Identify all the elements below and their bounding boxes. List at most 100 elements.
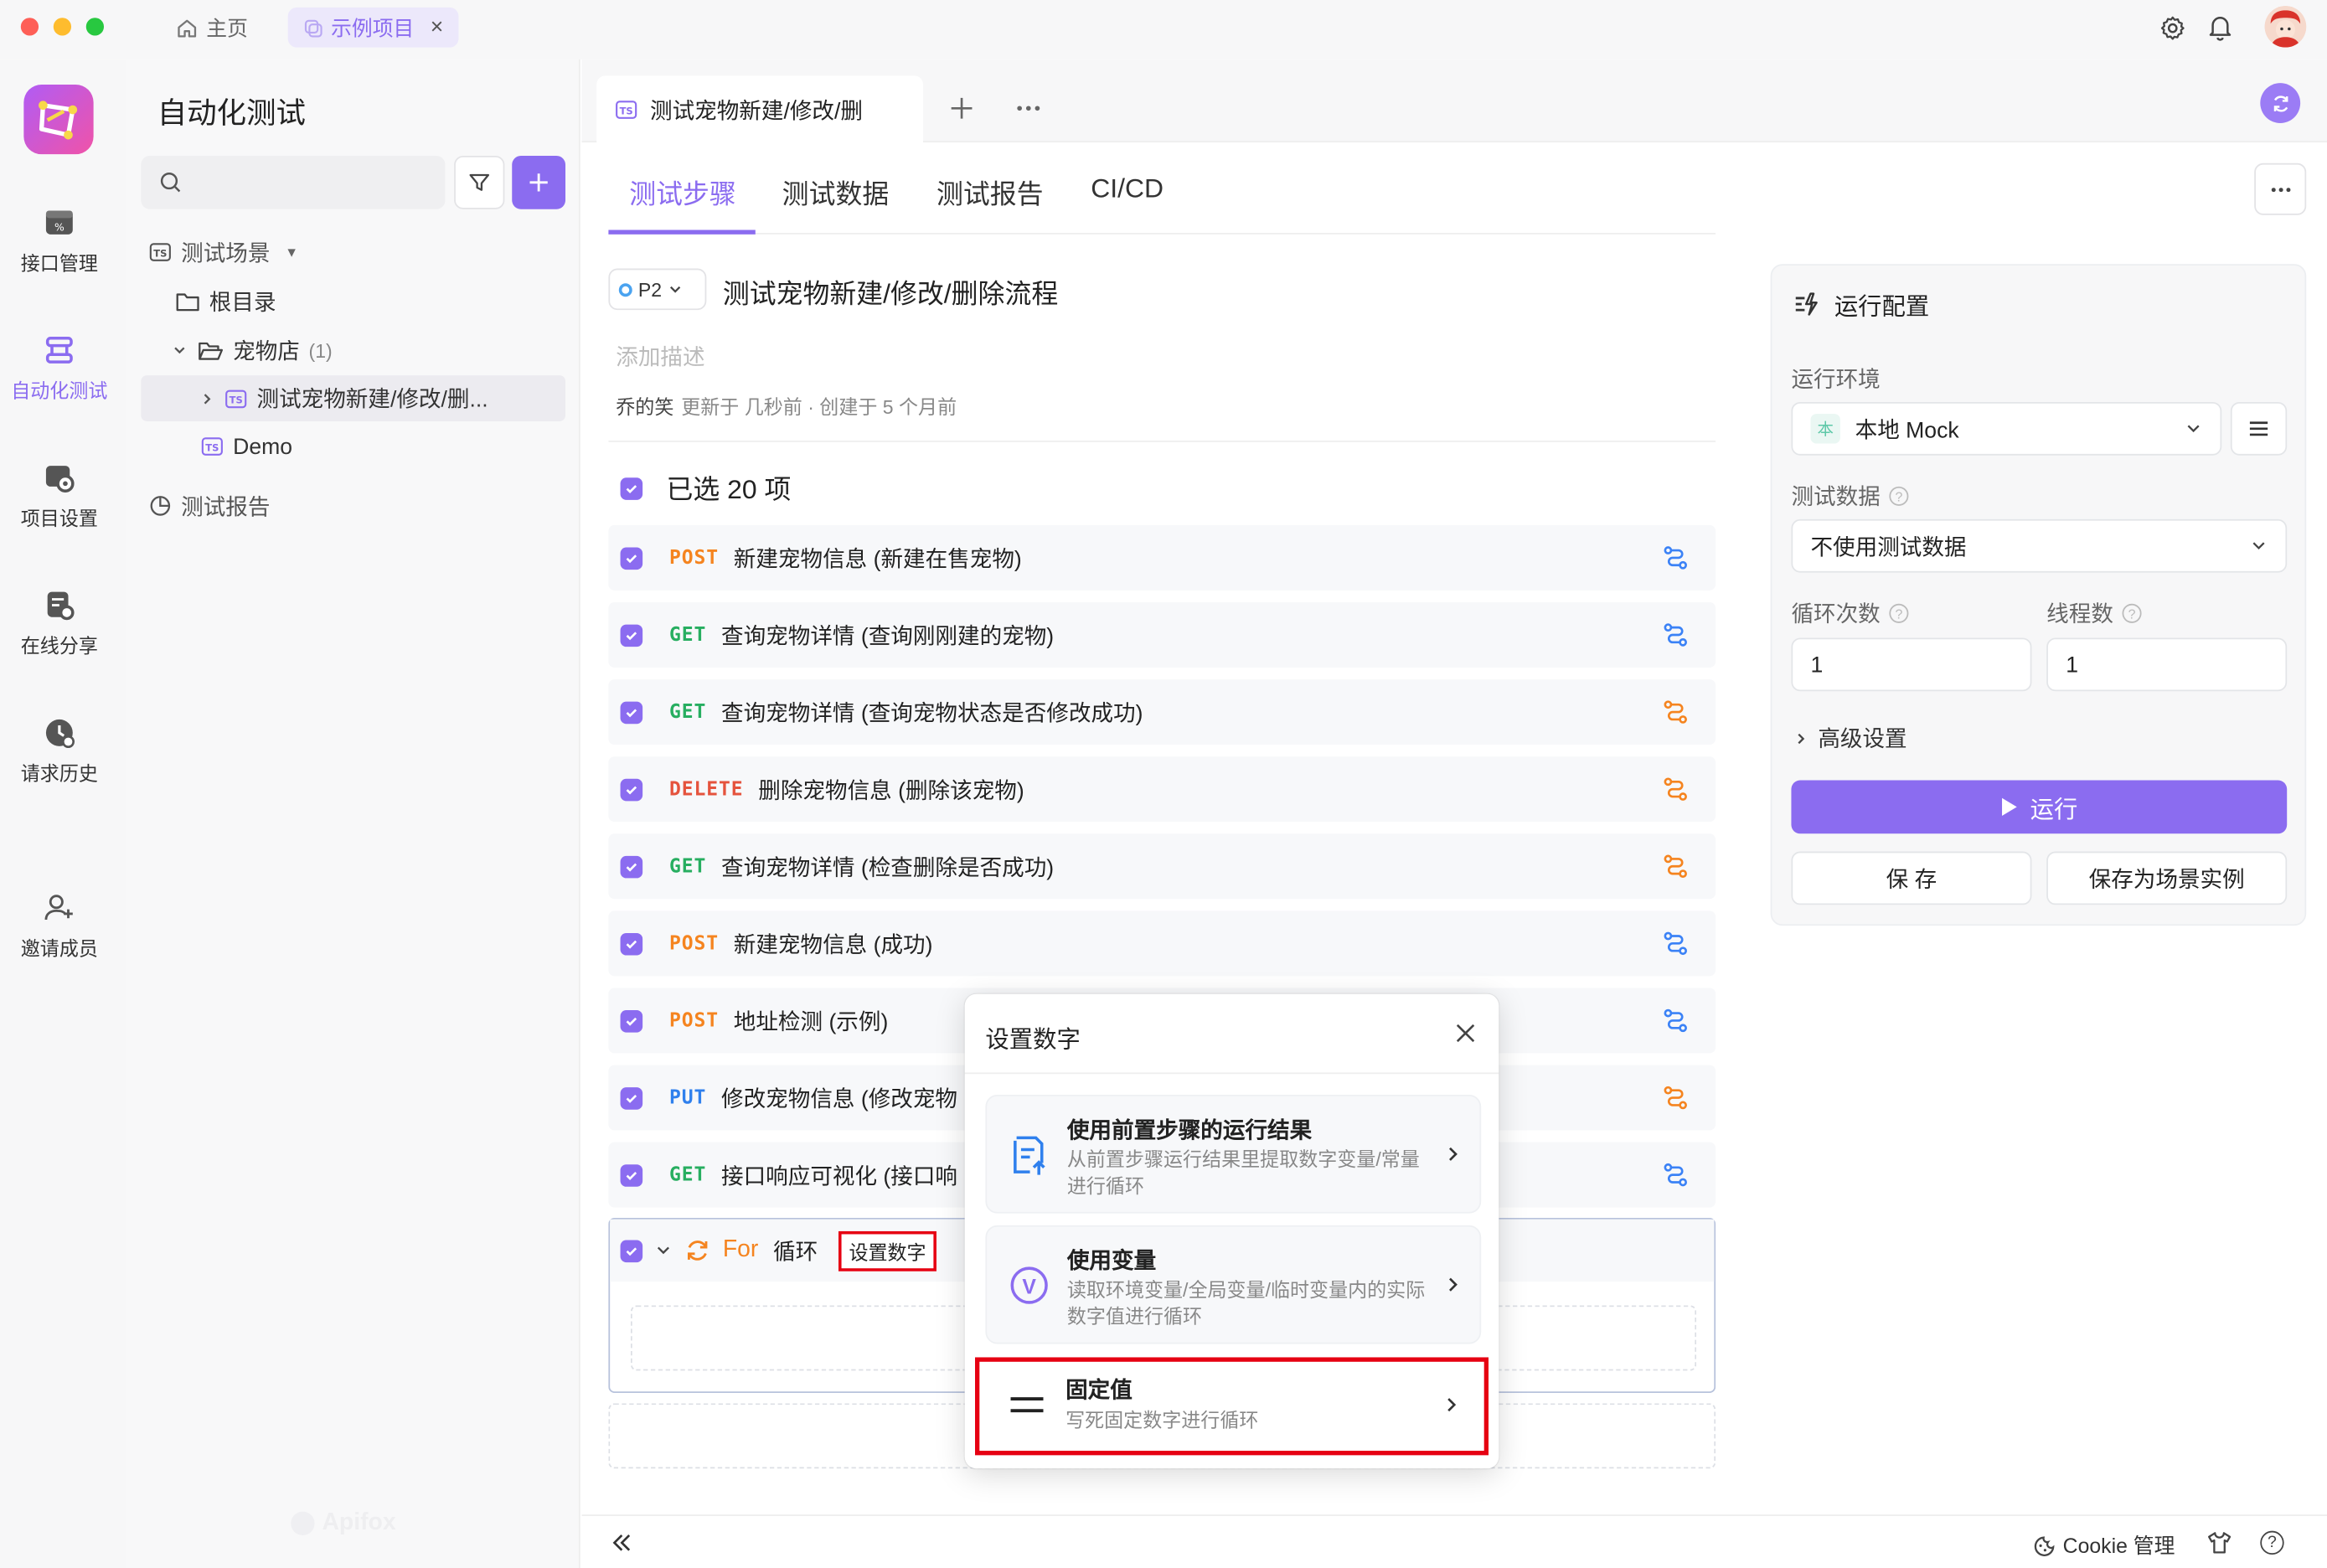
tree-petshop-count: (1) — [308, 338, 333, 362]
rail-item-api[interactable]: % 接口管理 — [0, 196, 119, 285]
step-flow-icon[interactable] — [1662, 699, 1689, 725]
subtab-steps[interactable]: 测试步骤 — [629, 173, 736, 212]
select-all-checkbox[interactable] — [620, 477, 643, 499]
tree-demo[interactable]: TS Demo — [200, 425, 292, 469]
step-row[interactable]: POST 新建宠物信息 (新建在售宠物) — [608, 524, 1716, 591]
user-avatar[interactable] — [2264, 6, 2307, 48]
step-flow-icon[interactable] — [1662, 544, 1689, 571]
subtab-reports[interactable]: 测试报告 — [936, 173, 1044, 212]
step-checkbox[interactable] — [620, 1086, 643, 1109]
notification-bell-icon[interactable] — [2207, 13, 2234, 42]
close-window-button[interactable] — [20, 18, 39, 36]
rail-item-share[interactable]: 在线分享 — [0, 579, 119, 668]
option-prior-step-desc: 从前置步骤运行结果里提取数字变量/常量进行循环 — [1066, 1148, 1420, 1198]
step-checkbox[interactable] — [620, 546, 643, 570]
new-tab-plus-icon[interactable] — [948, 95, 975, 121]
save-as-instance-button[interactable]: 保存为场景实例 — [2046, 851, 2288, 905]
option-fixed-title: 固定值 — [1065, 1378, 1133, 1404]
loops-input[interactable]: 1 — [1791, 637, 2032, 692]
env-select[interactable]: 本 本地 Mock — [1791, 401, 2222, 456]
collapse-sidebar-icon[interactable] — [610, 1532, 633, 1553]
rail-item-invite[interactable]: 邀请成员 — [0, 881, 119, 970]
header-divider — [608, 440, 1716, 442]
close-icon[interactable] — [1454, 1022, 1477, 1044]
test-data-help-icon[interactable]: ? — [1889, 486, 1909, 506]
minimize-window-button[interactable] — [53, 18, 72, 36]
step-checkbox[interactable] — [620, 932, 643, 955]
priority-select[interactable]: P2 — [608, 268, 707, 311]
step-checkbox[interactable] — [620, 1009, 643, 1032]
rail-item-automation[interactable]: 自动化测试 — [0, 323, 119, 412]
tab-more-icon[interactable] — [1015, 104, 1042, 113]
for-loop-row[interactable]: For 循环 设置数字 — [620, 1228, 936, 1272]
step-checkbox[interactable] — [620, 854, 643, 878]
step-title: 查询宠物详情 (查询刚刚建的宠物) — [721, 623, 1055, 649]
tree-root[interactable]: 根目录 — [175, 279, 276, 323]
subtab-cicd[interactable]: CI/CD — [1091, 173, 1164, 204]
test-data-label-text: 测试数据 — [1791, 485, 1881, 511]
subtab-data[interactable]: 测试数据 — [782, 173, 890, 212]
settings-gear-icon[interactable] — [2159, 15, 2186, 42]
option-use-variable[interactable]: V 使用变量 读取环境变量/全局变量/临时变量内的实际数字值进行循环 — [985, 1225, 1482, 1344]
caret-down-icon: ▼ — [285, 245, 299, 260]
run-button[interactable]: 运行 — [1791, 780, 2288, 834]
step-flow-icon[interactable] — [1662, 622, 1689, 648]
select-all-row[interactable]: 已选 20 项 — [620, 469, 791, 508]
loops-label-text: 循环次数 — [1791, 602, 1881, 628]
tree-scene-item[interactable]: TS 测试宠物新建/修改/删... — [141, 375, 566, 421]
step-row[interactable]: DELETE 删除宠物信息 (删除该宠物) — [608, 756, 1716, 823]
cookie-manager-button[interactable]: Cookie 管理 — [2033, 1531, 2175, 1560]
for-loop-collapse-icon[interactable] — [654, 1241, 672, 1259]
tab-home[interactable]: 主页 — [160, 8, 262, 48]
step-checkbox[interactable] — [620, 777, 643, 801]
step-flow-icon[interactable] — [1662, 1085, 1689, 1112]
scene-title[interactable]: 测试宠物新建/修改/删除流程 — [723, 273, 1058, 312]
maximize-window-button[interactable] — [85, 18, 105, 36]
search-box[interactable] — [141, 155, 446, 209]
rail-item-project-settings[interactable]: 项目设置 — [0, 451, 119, 539]
step-checkbox[interactable] — [620, 700, 643, 724]
filter-button[interactable] — [454, 155, 505, 209]
doc-tab-active[interactable]: TS 测试宠物新建/修改/删 — [596, 75, 923, 144]
step-checkbox[interactable] — [620, 623, 643, 647]
set-number-trigger[interactable]: 设置数字 — [838, 1230, 936, 1271]
for-loop-checkbox[interactable] — [620, 1239, 643, 1262]
loops-help-icon[interactable]: ? — [1889, 603, 1909, 623]
threads-input[interactable]: 1 — [2046, 637, 2288, 692]
step-flow-icon[interactable] — [1662, 776, 1689, 802]
tree-petshop[interactable]: 宠物店 (1) — [171, 328, 333, 372]
shirt-icon[interactable] — [2207, 1531, 2232, 1555]
more-actions-button[interactable] — [2254, 162, 2307, 215]
tab-project[interactable]: 示例项目 × — [287, 7, 459, 48]
help-icon[interactable]: ? — [2260, 1530, 2284, 1555]
search-input[interactable] — [191, 170, 430, 195]
rail-item-history[interactable]: 请求历史 — [0, 706, 119, 795]
equals-icon — [1009, 1395, 1045, 1416]
option-fixed-value[interactable]: 固定值 写死固定数字进行循环 — [985, 1364, 1481, 1447]
step-row[interactable]: GET 查询宠物详情 (检查删除是否成功) — [608, 833, 1716, 900]
test-data-select[interactable]: 不使用测试数据 — [1791, 518, 2288, 573]
for-loop-label: 循环 — [773, 1239, 818, 1265]
env-manage-button[interactable] — [2230, 401, 2288, 456]
step-row[interactable]: GET 查询宠物详情 (查询宠物状态是否修改成功) — [608, 679, 1716, 745]
step-flow-icon[interactable] — [1662, 1162, 1689, 1189]
step-row[interactable]: POST 新建宠物信息 (成功) — [608, 910, 1716, 977]
advanced-settings-toggle[interactable]: 高级设置 — [1796, 722, 1907, 753]
step-method: POST — [669, 932, 720, 955]
search-icon — [159, 171, 183, 194]
tree-test-reports[interactable]: 测试报告 — [148, 483, 270, 528]
tree-demo-label: Demo — [233, 434, 293, 460]
sync-icon[interactable] — [2260, 83, 2301, 123]
description-placeholder[interactable]: 添加描述 — [616, 341, 704, 372]
step-row[interactable]: GET 查询宠物详情 (查询刚刚建的宠物) — [608, 602, 1716, 668]
add-button[interactable] — [512, 155, 566, 209]
close-tab-icon[interactable]: × — [431, 15, 444, 40]
threads-help-icon[interactable]: ? — [2122, 603, 2142, 623]
step-checkbox[interactable] — [620, 1163, 643, 1186]
tree-test-scenes[interactable]: TS 测试场景 ▼ — [148, 230, 298, 275]
save-button[interactable]: 保 存 — [1791, 851, 2032, 905]
step-flow-icon[interactable] — [1662, 1008, 1689, 1034]
step-flow-icon[interactable] — [1662, 853, 1689, 879]
option-prior-step-result[interactable]: 使用前置步骤的运行结果 从前置步骤运行结果里提取数字变量/常量进行循环 — [985, 1094, 1482, 1214]
step-flow-icon[interactable] — [1662, 930, 1689, 957]
